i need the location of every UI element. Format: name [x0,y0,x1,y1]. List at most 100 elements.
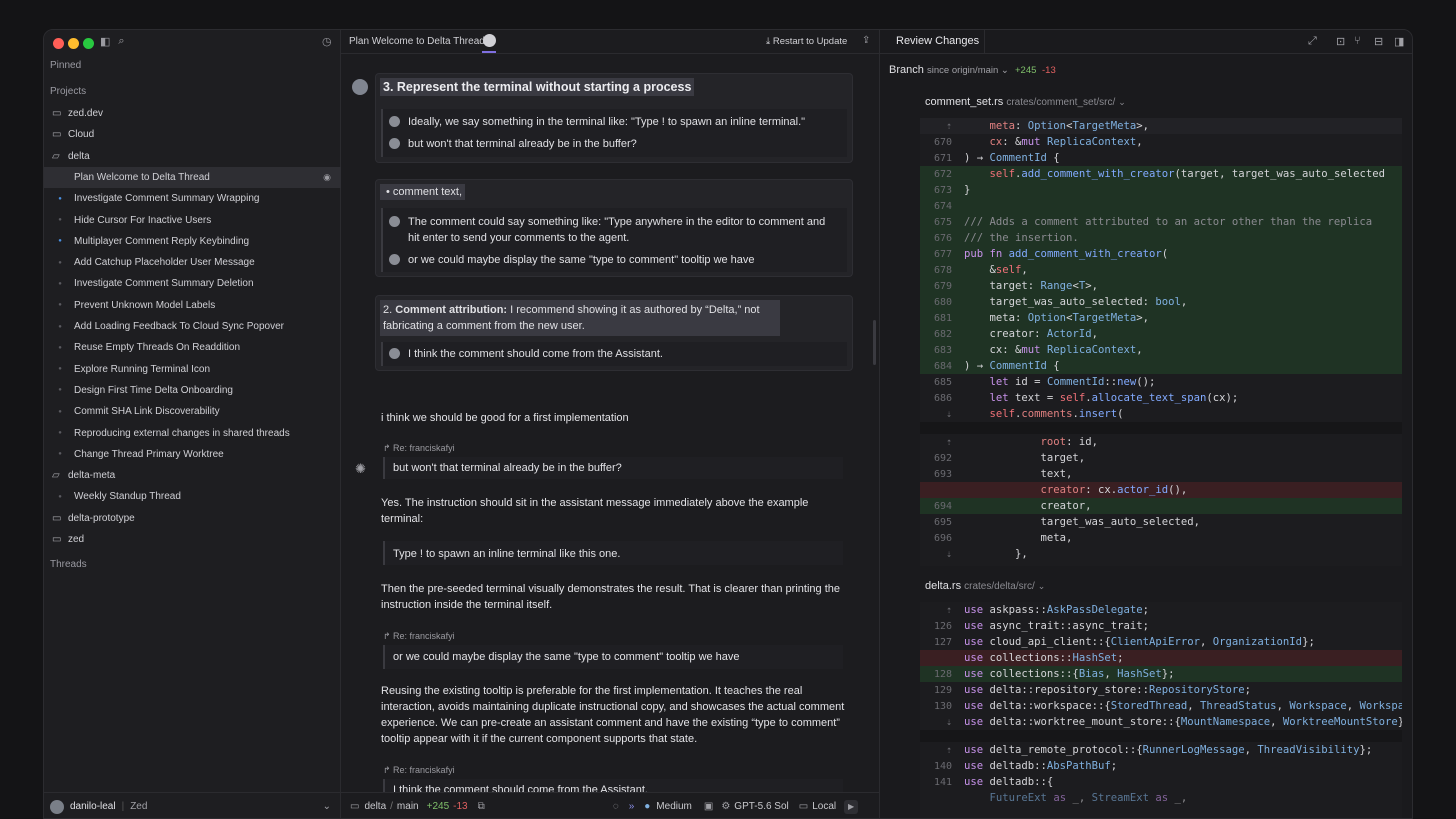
thread-dot-icon: ● [58,387,62,394]
branch-name[interactable]: main [397,801,419,812]
diff-view-comment-set[interactable]: ⇡ meta: Option<TargetMeta>, 670 cx: &mut… [920,118,1402,566]
sidebar-project-item[interactable]: ▭ zed.dev [44,103,341,124]
file-header[interactable]: comment_set.rs crates/comment_set/src/ ⌄ [925,96,1126,108]
reply-reference[interactable]: ↱ Re: franciskafyi [383,443,455,454]
repo-name[interactable]: delta [364,801,386,812]
thread-dot-icon: ● [58,217,62,223]
expand-icon[interactable]: ⤢ [1308,35,1317,48]
sidebar-thread-item[interactable]: ● Investigate Comment Summary Wrapping [44,188,341,209]
sidebar-toggle-icon[interactable]: ◧ [100,35,110,48]
location-selector[interactable]: Local [812,801,836,812]
commenter-avatar [389,138,400,149]
sidebar: ◧ ⌕ ◷ Pinned Projects ▭ zed.dev ▭ Cloud ▱ del… [44,30,341,818]
stage-icon[interactable]: ⊡ [1336,35,1345,48]
maximize-window-button[interactable] [83,38,94,49]
sidebar-thread-item[interactable]: ● Reuse Empty Threads On Readdition [44,337,341,358]
agent-underline [482,51,496,53]
attribution-text: 2. Comment attribution: I recommend show… [380,300,780,336]
sidebar-thread-item[interactable]: ● Design First Time Delta Onboarding [44,380,341,401]
sidebar-item-label: Investigate Comment Summary Wrapping [74,193,260,205]
thread-title[interactable]: Plan Welcome to Delta Thread [349,36,485,47]
sidebar-project-item[interactable]: ▭ delta-prototype [44,508,341,529]
sidebar-item-label: delta-prototype [68,512,135,524]
model-selector[interactable]: GPT-5.6 Sol [734,801,788,812]
plan-card-comment-text: • comment text, The comment could say so… [375,179,853,277]
restart-update-button[interactable]: ⤓ Restart to Update [766,36,847,47]
sidebar-thread-item[interactable]: ● Add Loading Feedback To Cloud Sync Popo… [44,316,341,337]
comment-line[interactable]: or we could maybe display the same "type… [389,252,839,268]
app-window: ◧ ⌕ ◷ Pinned Projects ▭ zed.dev ▭ Cloud ▱ del… [43,29,1413,819]
thread-dot-icon: ● [58,302,62,309]
sidebar-thread-item[interactable]: ● Commit SHA Link Discoverability [44,401,341,422]
history-clock-icon[interactable]: ◷ [322,35,332,48]
chevron-down-icon[interactable]: ⌄ [323,801,331,812]
sidebar-thread-item[interactable]: ● Weekly Standup Thread [44,486,341,507]
reply-reference[interactable]: ↱ Re: franciskafyi [383,631,455,642]
commenter-avatar [389,348,400,359]
user-avatar[interactable] [50,799,64,814]
comment-line[interactable]: The comment could say something like: "T… [389,214,829,246]
sidebar-thread-item[interactable]: ● Reproducing external changes in shared … [44,423,341,444]
commenter-avatar [389,254,400,265]
lines-added: +245 [426,801,450,812]
thread-dot-icon: ● [58,259,62,266]
branch-bar: Branch since origin/main ⌄ +245 -13 [880,54,1412,84]
sidebar-thread-item[interactable]: ● Change Thread Primary Worktree [44,444,341,465]
sidebar-item-label: Hide Cursor For Inactive Users [74,214,212,226]
branch-selector[interactable]: since origin/main ⌄ [927,65,1009,76]
pinned-label: Pinned [50,60,82,71]
thread-dot-icon: ● [58,344,62,351]
sidebar-item-label: delta-meta [68,470,116,482]
window-controls [53,38,94,49]
image-icon[interactable]: ▣ [704,801,713,812]
effort-selector[interactable]: Medium [656,801,692,812]
thread-footer: ▭ delta / main +245 -13 ⧉ ◌ » ● Medium ▣… [341,792,879,818]
plan-heading: 3. Represent the terminal without starti… [380,78,695,96]
sidebar-project-item[interactable]: ▱ delta-meta [44,465,341,486]
thread-dot-icon: ● [58,430,62,436]
sidebar-item-label: Reuse Empty Threads On Readdition [74,342,241,354]
bullet-line: • comment text, [380,184,465,200]
branch-label: Branch [889,64,924,76]
new-thread-icon[interactable]: ⧉ [478,801,485,812]
fast-forward-icon[interactable]: » [629,801,635,812]
sidebar-thread-item[interactable]: ● Multiplayer Comment Reply Keybinding [44,231,341,252]
folder-open-icon: ▱ [52,150,60,162]
plan-card-attribution: 2. Comment attribution: I recommend show… [375,295,853,371]
minimize-window-button[interactable] [68,38,79,49]
app-name: Zed [130,801,148,812]
sidebar-project-item[interactable]: ▭ zed [44,529,341,550]
sidebar-project-item[interactable]: ▭ Cloud [44,124,341,145]
comment-line[interactable]: but won't that terminal already be in th… [389,136,839,152]
sidebar-project-item[interactable]: ▱ delta [44,146,341,167]
sidebar-thread-item[interactable]: ● Hide Cursor For Inactive Users [44,210,341,231]
sidebar-thread-item[interactable]: ● Investigate Comment Summary Deletion [44,273,341,294]
search-icon[interactable]: ⌕ [118,35,124,48]
split-view-icon[interactable]: ⊟ [1374,35,1383,48]
live-indicator-icon: ◉ [323,171,331,182]
file-header[interactable]: delta.rs crates/delta/src/ ⌄ [925,580,1045,592]
folder-icon: ▭ [52,129,62,141]
reply-reference[interactable]: ↱ Re: franciskafyi [383,765,455,776]
sidebar-thread-item[interactable]: ● Prevent Unknown Model Labels [44,295,341,316]
sidebar-item-label: Plan Welcome to Delta Thread [74,171,210,183]
branch-icon[interactable]: ⑂ [1354,35,1361,47]
send-button[interactable]: ▶ [844,799,859,814]
scrollbar-thumb[interactable] [873,320,876,365]
sidebar-thread-item[interactable]: Plan Welcome to Delta Thread ◉ [44,166,341,188]
comment-line[interactable]: I think the comment should come from the… [389,346,839,362]
panel-toggle-icon[interactable]: ◨ [1394,35,1404,48]
unread-dot-icon: ● [58,238,62,245]
sidebar-item-label: zed [68,534,85,545]
sidebar-thread-item[interactable]: ● Explore Running Terminal Icon [44,359,341,380]
comment-line[interactable]: Ideally, we say something in the termina… [389,114,839,130]
folder-icon: ▭ [52,512,62,524]
sidebar-item-label: Add Loading Feedback To Cloud Sync Popov… [74,321,284,332]
sidebar-item-label: Weekly Standup Thread [74,491,181,503]
username[interactable]: danilo-leal [70,801,116,812]
review-title[interactable]: Review Changes [896,35,979,47]
diff-view-delta[interactable]: ⇡ use askpass::AskPassDelegate; 126 use as… [920,602,1402,818]
close-window-button[interactable] [53,38,64,49]
share-icon[interactable]: ⇪ [862,35,870,46]
sidebar-thread-item[interactable]: ● Add Catchup Placeholder User Message [44,252,341,273]
